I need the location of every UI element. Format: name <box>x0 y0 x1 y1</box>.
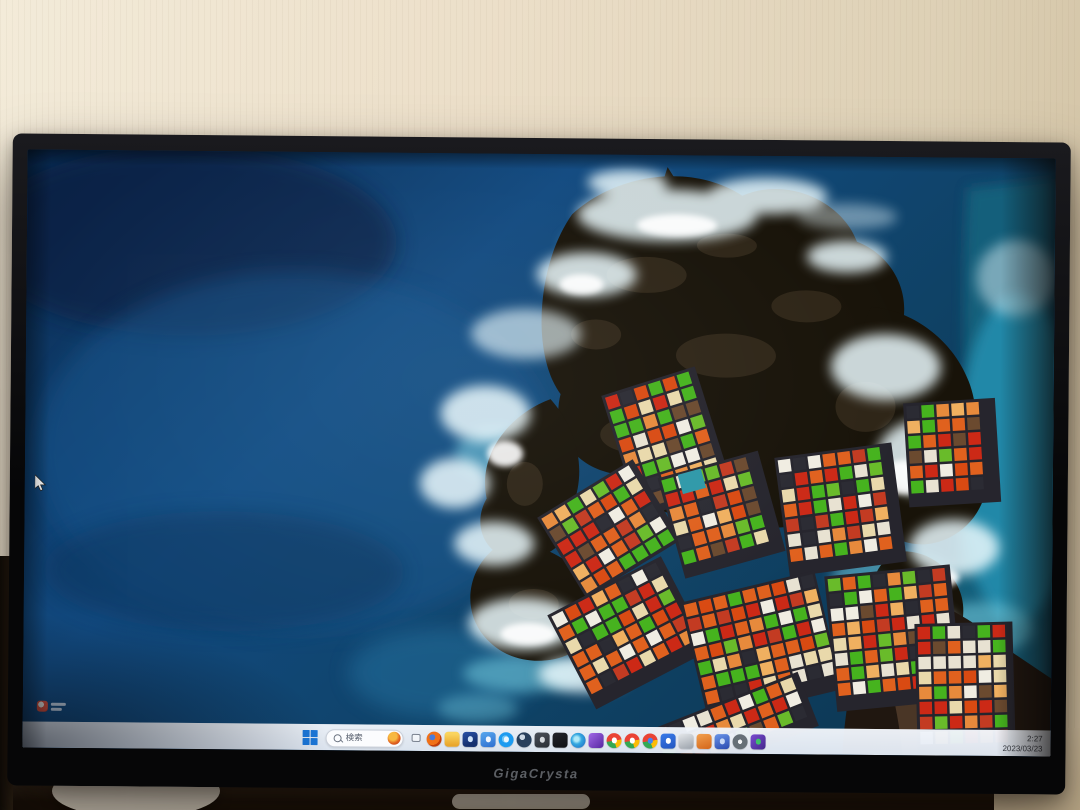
monitor: 検索 2:27 2023/03/23 GigaCrysta <box>7 133 1071 794</box>
game-app-icon[interactable] <box>751 734 766 749</box>
photo-of-monitor-scene: 検索 2:27 2023/03/23 GigaCrysta <box>0 0 1080 810</box>
photos-icon-detail <box>467 736 473 742</box>
chrome-icon-3-detail <box>647 738 653 744</box>
chrome-icon-2[interactable] <box>625 733 640 748</box>
visual-studio-icon[interactable] <box>589 732 604 747</box>
disk-app-icon-detail <box>719 738 725 744</box>
edge-icon[interactable] <box>571 732 586 747</box>
mouse-cursor <box>35 475 47 492</box>
chrome-icon[interactable] <box>607 733 622 748</box>
windows-logo-icon <box>303 730 318 745</box>
app-grid-icon[interactable] <box>661 733 676 748</box>
game-app-icon-detail <box>755 739 761 745</box>
disk-app-icon[interactable] <box>715 734 730 749</box>
terminal-icon[interactable] <box>553 732 568 747</box>
clock-date: 2023/03/23 <box>1002 744 1042 754</box>
taskbar-app-icons <box>427 731 766 749</box>
search-placeholder: 検索 <box>346 734 384 743</box>
screen: 検索 2:27 2023/03/23 <box>23 150 1056 757</box>
media-app-icon-detail <box>539 737 545 743</box>
photos-icon[interactable] <box>463 731 478 746</box>
file-explorer-icon[interactable] <box>445 731 460 746</box>
chrome-icon-2-detail <box>629 738 635 744</box>
search-icon <box>334 734 342 742</box>
search-box[interactable]: 検索 <box>326 729 404 748</box>
desktop-shortcut-label <box>51 701 66 713</box>
chrome-icon-detail <box>611 737 617 743</box>
chrome-icon-3[interactable] <box>643 733 658 748</box>
desktop-shortcut[interactable] <box>37 701 66 713</box>
mail-icon-detail <box>485 736 491 742</box>
settings-gear-icon[interactable] <box>733 734 748 749</box>
firefox-icon[interactable] <box>427 731 442 746</box>
mail-icon[interactable] <box>481 732 496 747</box>
window-app-icon[interactable] <box>679 733 694 748</box>
start-button[interactable] <box>302 729 319 746</box>
search-highlight-icon[interactable] <box>388 732 401 745</box>
monitor-brand-logo: GigaCrysta <box>492 766 580 782</box>
media-app-icon[interactable] <box>535 732 550 747</box>
clock-time: 2:27 <box>1003 734 1043 744</box>
taskbar-clock[interactable]: 2:27 2023/03/23 <box>1002 734 1042 753</box>
steam-icon[interactable] <box>517 732 532 747</box>
orange-app-icon[interactable] <box>697 733 712 748</box>
twitter-icon-detail <box>503 736 509 742</box>
desktop-shortcut-icon <box>37 701 48 712</box>
desktop-wallpaper <box>23 150 1056 757</box>
monitor-stand <box>452 794 590 809</box>
twitter-icon[interactable] <box>499 732 514 747</box>
task-view-icon[interactable] <box>412 734 421 742</box>
app-grid-icon-detail <box>665 738 671 744</box>
